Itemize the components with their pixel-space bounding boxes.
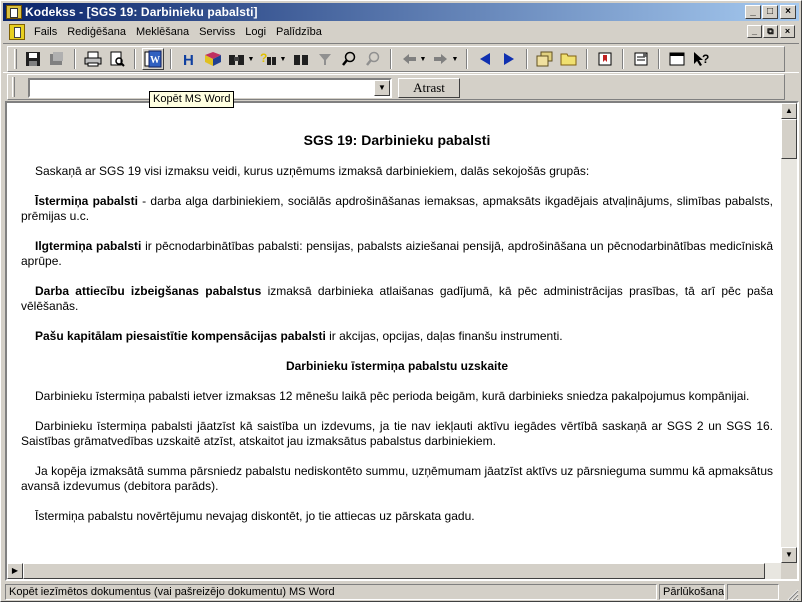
menu-edit[interactable]: Rediģēšana — [62, 23, 131, 41]
tooltip: Kopēt MS Word — [149, 91, 235, 108]
chevron-down-icon[interactable]: ▼ — [374, 80, 390, 96]
section-heading: Darbinieku īstermiņa pabalstu uzskaite — [285, 359, 509, 373]
scrollbar-corner — [781, 563, 797, 579]
svg-text:H: H — [183, 52, 194, 67]
kodekss-app-icon[interactable] — [6, 5, 22, 19]
term: Īstermiņa pabalsti — [35, 194, 138, 208]
forward-arrow-icon[interactable] — [430, 48, 452, 70]
bookmark-icon[interactable] — [594, 48, 616, 70]
document-title: SGS 19: Darbinieku pabalsti — [303, 132, 491, 148]
status-bar: Kopēt iezīmētos dokumentus (vai pašreizē… — [3, 583, 799, 601]
vertical-scrollbar[interactable]: ▲ ▼ — [781, 103, 797, 563]
menu-tools[interactable]: Serviss — [194, 23, 240, 41]
search-bar: ▼ Atrast — [3, 74, 799, 100]
minimize-button[interactable]: _ — [745, 5, 761, 19]
menu-help[interactable]: Palīdzība — [271, 23, 327, 41]
vertical-scroll-thumb[interactable] — [781, 119, 797, 159]
document-pane: SGS 19: Darbinieku pabalsti Saskaņā ar S… — [5, 101, 799, 581]
scroll-right-icon[interactable]: ▶ — [7, 563, 23, 579]
body-paragraph: Darbinieku īstermiņa pabalsti ietver izm… — [35, 389, 750, 403]
print-preview-icon[interactable] — [106, 48, 128, 70]
copy-to-word-icon[interactable]: W — [142, 48, 164, 70]
scroll-down-icon[interactable]: ▼ — [781, 547, 797, 563]
doc-restore-button[interactable]: ⧉ — [763, 25, 778, 38]
term: Ilgtermiņa pabalsti — [35, 239, 142, 253]
menu-windows[interactable]: Logi — [240, 23, 271, 41]
whats-this-icon[interactable]: ? — [690, 48, 712, 70]
status-mode: Pārlūkošana — [659, 584, 725, 600]
svg-text:?: ? — [702, 52, 709, 66]
back-arrow-icon[interactable] — [398, 48, 420, 70]
doc-close-button[interactable]: × — [780, 25, 795, 38]
horizontal-scroll-thumb[interactable] — [23, 563, 765, 579]
status-empty-pane — [727, 584, 779, 600]
document-content: SGS 19: Darbinieku pabalsti Saskaņā ar S… — [21, 133, 773, 539]
toolbar: W H ▼ ? ▼ ▼ ▼ ? — [3, 43, 799, 73]
prev-icon[interactable] — [474, 48, 496, 70]
next-icon[interactable] — [498, 48, 520, 70]
document-menu-icon[interactable] — [9, 24, 25, 40]
list-item: Pašu kapitālam piesaistītie kompensācija… — [21, 329, 773, 344]
print-icon[interactable] — [82, 48, 104, 70]
folder-icon[interactable] — [558, 48, 580, 70]
svg-text:W: W — [150, 55, 160, 66]
save-icon[interactable] — [22, 48, 44, 70]
help-search-dropdown-icon[interactable]: ▼ — [279, 56, 287, 63]
close-button[interactable]: × — [780, 5, 796, 19]
filter-icon[interactable] — [314, 48, 336, 70]
intro-paragraph: Saskaņā ar SGS 19 visi izmaksu veidi, ku… — [35, 164, 590, 178]
book-icon[interactable] — [202, 48, 224, 70]
window-title: Kodekss - [SGS 19: Darbinieku pabalsti] — [25, 5, 258, 19]
doc-minimize-button[interactable]: _ — [747, 25, 762, 38]
maximize-button[interactable]: □ — [762, 5, 778, 19]
resize-grip-icon[interactable] — [785, 587, 799, 601]
binoculars-alt-icon[interactable] — [290, 48, 312, 70]
menu-bar: Fails Rediģēšana Meklēšana Serviss Logi … — [3, 22, 799, 42]
status-message: Kopēt iezīmētos dokumentus (vai pašreizē… — [5, 584, 657, 600]
help-search-icon[interactable]: ? — [258, 48, 280, 70]
svg-text:?: ? — [260, 51, 267, 65]
list-item: Darba attiecību izbeigšanas pabalstus iz… — [21, 284, 773, 314]
forward-dropdown-icon[interactable]: ▼ — [451, 56, 459, 63]
find-button[interactable]: Atrast — [398, 78, 460, 98]
list-item: Ilgtermiņa pabalsti ir pēcnodarbinātības… — [21, 239, 773, 269]
horizontal-scrollbar[interactable]: ◀ ▶ — [7, 563, 781, 579]
heading-icon[interactable]: H — [178, 48, 200, 70]
floppy-icon[interactable] — [46, 48, 68, 70]
term: Pašu kapitālam piesaistītie kompensācija… — [35, 329, 326, 343]
binoculars-icon[interactable] — [226, 48, 248, 70]
search-bar-grip[interactable] — [12, 77, 15, 97]
back-dropdown-icon[interactable]: ▼ — [419, 56, 427, 63]
application-window: Kodekss - [SGS 19: Darbinieku pabalsti] … — [0, 0, 802, 602]
toolbar-grip[interactable] — [14, 49, 17, 69]
list-item: Īstermiņa pabalsti - darba alga darbinie… — [21, 194, 773, 224]
binoculars-dropdown-icon[interactable]: ▼ — [247, 56, 255, 63]
body-paragraph: Ja kopēja izmaksātā summa pārsniedz paba… — [21, 464, 773, 493]
menu-search[interactable]: Meklēšana — [131, 23, 194, 41]
properties-icon[interactable] — [630, 48, 652, 70]
scroll-up-icon[interactable]: ▲ — [781, 103, 797, 119]
body-paragraph: Darbinieku īstermiņa pabalsti jāatzīst k… — [21, 419, 773, 448]
window-icon[interactable] — [666, 48, 688, 70]
zoom-icon[interactable] — [338, 48, 360, 70]
menu-file[interactable]: Fails — [29, 23, 62, 41]
title-bar[interactable]: Kodekss - [SGS 19: Darbinieku pabalsti] … — [3, 3, 799, 21]
documents-icon[interactable] — [534, 48, 556, 70]
term: Darba attiecību izbeigšanas pabalstus — [35, 284, 262, 298]
body-paragraph: Īstermiņa pabalstu novērtējumu nevajag d… — [35, 509, 475, 523]
definition: ir akcijas, opcijas, daļas finanšu instr… — [325, 329, 563, 343]
zoom-out-icon[interactable] — [362, 48, 384, 70]
